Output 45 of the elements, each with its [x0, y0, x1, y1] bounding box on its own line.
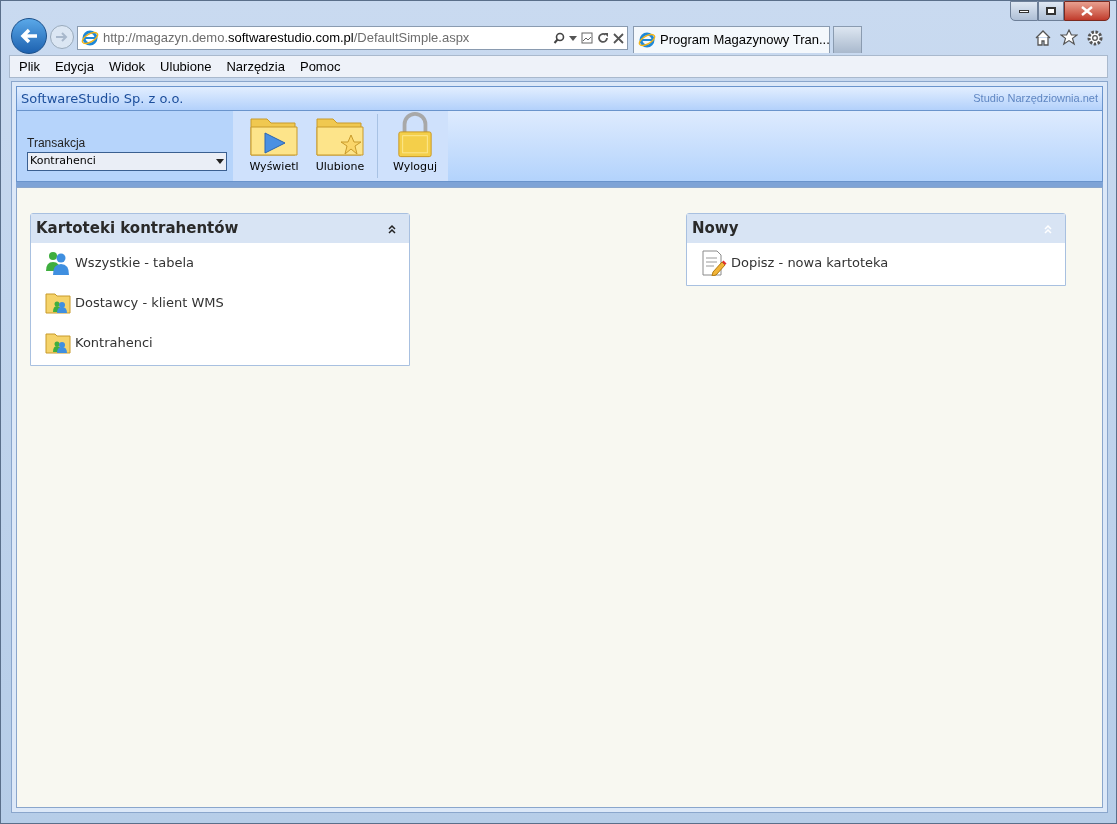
panel-link[interactable]: Wszystkie - tabela — [31, 243, 409, 283]
menu-item[interactable]: Plik — [19, 56, 40, 77]
menu-item[interactable]: Edycja — [54, 56, 94, 77]
document-pencil-icon — [701, 250, 727, 276]
transaction-select[interactable]: Kontrahenci — [27, 151, 227, 171]
menu-item[interactable]: Widok — [109, 56, 146, 77]
close-button[interactable] — [1064, 1, 1110, 21]
collapse-icon[interactable] — [387, 223, 397, 234]
maximize-button[interactable] — [1038, 1, 1064, 21]
menu-item[interactable]: Narzędzia — [226, 56, 285, 77]
toolbar-button[interactable]: Wyloguj — [382, 111, 448, 181]
refresh-icon[interactable] — [597, 32, 609, 44]
address-field[interactable]: http://magazyn.demo.softwarestudio.com.pl/DefaultSimple.aspx — [77, 26, 628, 50]
panel-link[interactable]: Dostawcy - klient WMS — [31, 283, 409, 323]
back-button[interactable] — [11, 18, 47, 54]
dropdown-caret-icon[interactable] — [569, 35, 577, 41]
dropdown-caret-icon — [216, 158, 224, 164]
people-icon — [45, 251, 71, 275]
minimize-button[interactable] — [1010, 1, 1038, 21]
browser-logo-icon — [638, 31, 656, 49]
search-icon[interactable] — [553, 32, 565, 44]
company-name: SoftwareStudio Sp. z o.o. — [21, 89, 184, 108]
brand-text: Studio Narzędziownia.net — [973, 91, 1098, 107]
favorites-star-icon[interactable] — [1060, 29, 1078, 46]
forward-arrow-icon — [55, 31, 69, 43]
close-icon — [1081, 6, 1093, 16]
stop-icon[interactable] — [613, 32, 624, 44]
back-arrow-icon — [19, 27, 39, 45]
panel-link[interactable]: Kontrahenci — [31, 323, 409, 363]
folder-people-icon — [45, 332, 71, 354]
home-icon[interactable] — [1034, 29, 1052, 46]
panel-link[interactable]: Dopisz - nowa kartoteka — [687, 243, 1065, 283]
browser-tab[interactable]: Program Magazynowy Tran... — [633, 26, 830, 53]
toolbar-button[interactable]: Wyświetl — [241, 111, 307, 181]
menu-item[interactable]: Ulubione — [160, 56, 212, 77]
select-label: Transakcja — [27, 134, 87, 152]
panel-title: Nowy — [692, 218, 739, 240]
toolbar-button[interactable]: Ulubione — [307, 111, 373, 181]
padlock-icon — [395, 111, 435, 159]
settings-icon[interactable] — [1086, 29, 1104, 47]
browser-logo-icon — [81, 29, 99, 47]
panel-title: Kartoteki kontrahentów — [36, 218, 239, 240]
compatibility-view-icon[interactable] — [581, 32, 593, 44]
folder-people-icon — [45, 292, 71, 314]
menu-item[interactable]: Pomoc — [299, 56, 341, 77]
